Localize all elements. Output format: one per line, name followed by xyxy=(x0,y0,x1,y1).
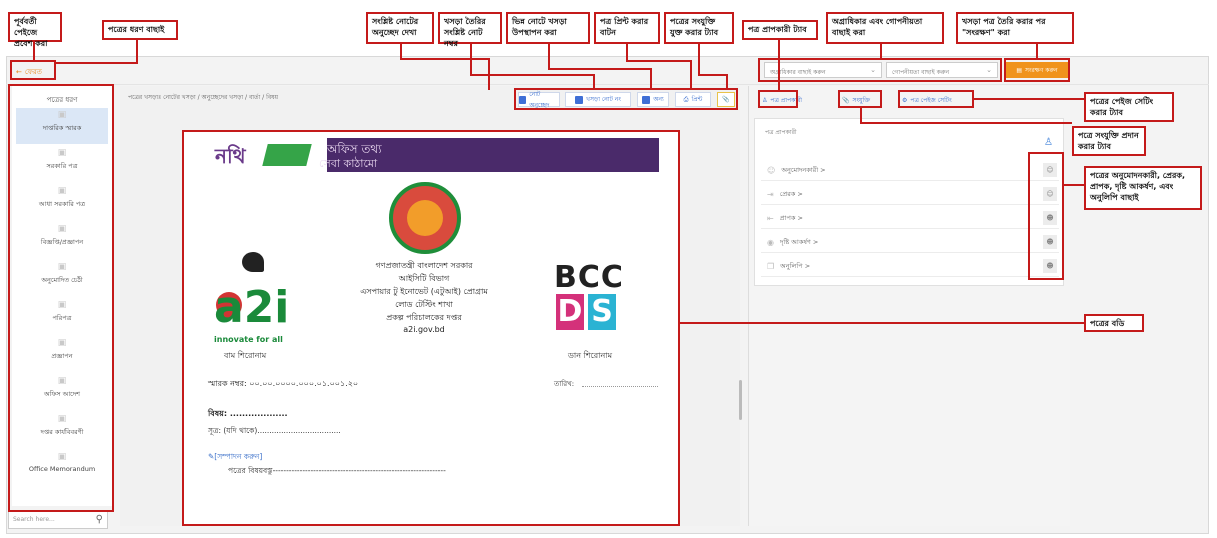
copy-icon: ❐ xyxy=(767,262,775,271)
callout-other-note: ভিন্ন নোটে খসড়া উপস্থাপন করা xyxy=(506,12,590,44)
inbox-icon: ⇤ xyxy=(767,214,774,223)
callout-created-note-no: খসড়া তৈরির সংশ্লিষ্ট নোট নম্বর xyxy=(438,12,502,48)
subject-line: বিষয়: ................... xyxy=(208,409,288,418)
right-heading: ডান শিরোনাম xyxy=(568,351,613,360)
callout-attach-tab: পত্রের সংযুক্তি যুক্ত করার ট্যাব xyxy=(664,12,734,44)
left-heading: বাম শিরোনাম xyxy=(224,351,267,360)
recipient-row[interactable]: ⇤ প্রাপক > ☻ xyxy=(761,209,1059,229)
recipients-card: পত্র প্রাপকারী ♙ ☺ অনুমোদনকারী > ☺ ⇥ প্রেরক… xyxy=(754,118,1064,286)
letter-header-banner: নথি অফিস তথ্য সেবা কাঠামো xyxy=(207,138,659,172)
search-icon[interactable]: ⚲ xyxy=(96,514,103,525)
memo-number: স্মারক নম্বর: ০০.০০.০০০০.০০০.০১.০০১.২০ xyxy=(208,379,359,388)
annotation-box-letter-types xyxy=(8,84,114,512)
letterhead-line: আইসিটি বিভাগ xyxy=(398,274,450,283)
letter-body[interactable]: নথি অফিস তথ্য সেবা কাঠামো গণপ্রজাতন্ত্রী… xyxy=(182,130,680,526)
callout-receiver-tab: পত্র প্রাপকারী ট্যাব xyxy=(742,20,818,40)
annotation-box-recipient-actions xyxy=(1028,152,1064,280)
reference-line: সূত্র: (যদি থাকে).......................… xyxy=(208,426,341,435)
callout-recipients: পত্রের অনুমোদনকারী, প্রেরক, প্রাপক, দৃষ্… xyxy=(1084,166,1202,210)
scrollbar[interactable] xyxy=(739,380,742,420)
breadcrumb: পত্রের খসড়াঃ নোটের খসড়া / অনুচ্ছেদের খ… xyxy=(128,94,278,101)
letterhead-line: a2i.gov.bd xyxy=(403,325,445,334)
letterhead-line: এসপায়ার টু ইনোভেট (এটুআই) প্রোগ্রাম xyxy=(360,287,488,296)
letterhead-line: প্রকল্প পরিচালকের দপ্তর xyxy=(386,313,462,322)
edit-link[interactable]: ✎[সম্পাদন করুন] xyxy=(208,452,262,464)
government-seal-logo xyxy=(389,182,461,254)
callout-body: পত্রের বডি xyxy=(1084,314,1144,332)
annotation-box-page-tab xyxy=(898,90,974,108)
callout-prev-page: পূর্ববর্তী পেইজে প্রবেশ করা xyxy=(8,12,62,48)
ds-logo-s: S xyxy=(588,294,616,330)
annotation-box-selects xyxy=(758,58,1002,82)
annotation-box-save xyxy=(1004,58,1070,82)
users-add-icon[interactable]: ♙ xyxy=(1044,137,1053,148)
screenshot-root: ← ফেরত পত্রের ধরণ ▣ দাপ্তরিক স্মারক ▣ সরকা… xyxy=(0,0,1217,538)
callout-print-button: পত্র প্রিন্ট করার বাটন xyxy=(594,12,660,44)
letterhead-line: গণপ্রজাতন্ত্রী বাংলাদেশ সরকার xyxy=(375,261,473,270)
annotation-box-attach-tab xyxy=(838,90,882,108)
bird-logo-icon xyxy=(242,252,264,272)
date-label: তারিখ: xyxy=(554,380,575,388)
callout-priority-secrecy: অগ্রাধিকার এবং গোপনীয়তা বাছাই করা xyxy=(826,12,944,44)
callout-page-setting-tab: পত্রের পেইজ সেটিং করার ট্যাব xyxy=(1084,92,1174,122)
annotation-box-toolbar xyxy=(514,88,738,110)
recipient-row[interactable]: ◉ দৃষ্টি আকর্ষণ > ☻ xyxy=(761,233,1059,253)
callout-view-note-section: সংশ্লিষ্ট নোটের অনুচ্ছেদ দেখা xyxy=(366,12,434,44)
recipient-row[interactable]: ❐ অনুলিপি > ☻ xyxy=(761,257,1059,277)
recipient-row[interactable]: ☺ অনুমোদনকারী > ☺ xyxy=(761,161,1059,181)
callout-select-type: পত্রের ধরণ বাছাই xyxy=(102,20,178,40)
letter-content: পত্রের বিষয়বস্তু-----------------------… xyxy=(228,466,446,475)
annotation-box-recipient-tab xyxy=(758,90,798,108)
callout-attachment-tab: পত্রে সংযুক্তি প্রদান করার ট্যাব xyxy=(1072,126,1146,156)
annotation-box-back xyxy=(10,60,56,80)
a2i-logo: a2i xyxy=(214,282,290,333)
top-divider xyxy=(6,84,1209,85)
ds-logo-d: D xyxy=(556,294,584,330)
letterhead-line: লোড টেস্টিং শাখা xyxy=(395,300,453,309)
callout-save-after: খসড়া পত্র তৈরি করার পর "সংরক্ষণ" করা xyxy=(956,12,1074,44)
send-icon: ⇥ xyxy=(767,190,774,199)
eye-icon: ◉ xyxy=(767,238,774,247)
bcc-logo: BCC xyxy=(554,260,624,295)
nothi-logo: নথি xyxy=(215,144,246,168)
user-icon: ☺ xyxy=(767,166,776,175)
recipient-row[interactable]: ⇥ প্রেরক > ☺ xyxy=(761,185,1059,205)
letter-type-search-input[interactable]: Search here... ⚲ xyxy=(8,511,108,529)
a2i-tagline: innovate for all xyxy=(214,335,283,344)
